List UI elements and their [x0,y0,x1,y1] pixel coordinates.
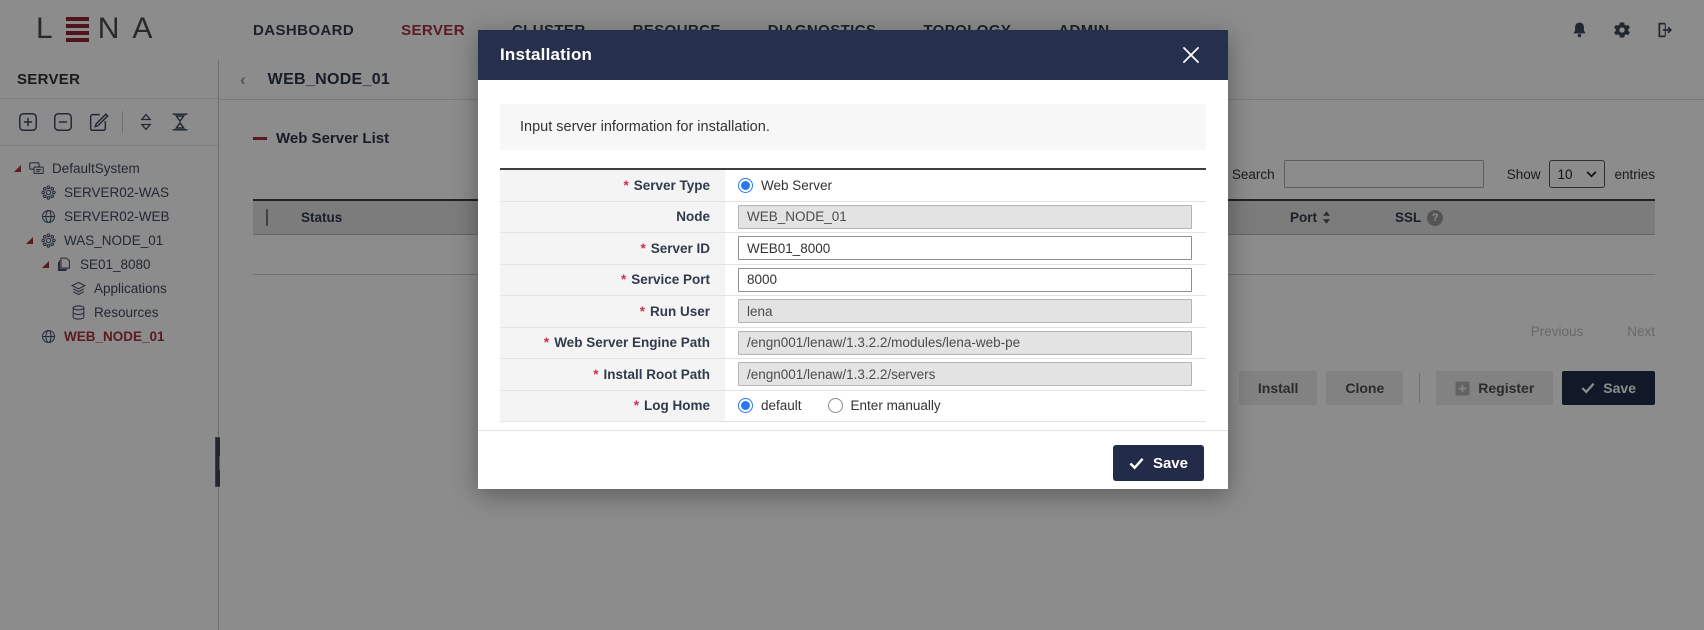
form-row-service-port: * Service Port [500,265,1206,297]
server-type-web-server-radio[interactable]: Web Server [738,178,832,193]
field-label-text: Node [676,209,710,224]
field-label: * Service Port [500,265,725,296]
radio-label: Web Server [761,178,832,193]
modal-save-label: Save [1153,455,1188,472]
form-row-install-root-path: * Install Root Path [500,359,1206,391]
node-field [738,205,1192,229]
form-row-run-user: * Run User [500,296,1206,328]
form-row-node: Node [500,202,1206,234]
field-label-text: Server ID [651,241,710,256]
field-label-text: Service Port [631,272,710,287]
required-marker: * [640,241,645,256]
required-marker: * [544,335,549,350]
field-label: Node [500,202,725,233]
field-label-text: Log Home [644,398,710,413]
installation-modal: Installation Input server information fo… [478,30,1228,489]
installation-form: * Server Type Web Server Node * Se [500,168,1206,422]
log-home-default-radio[interactable]: default [738,398,802,413]
install-root-path-field [738,362,1192,386]
required-marker: * [593,367,598,382]
field-label: * Server Type [500,170,725,201]
radio-label: default [761,398,802,413]
engine-path-field [738,331,1192,355]
service-port-field[interactable] [738,268,1192,292]
field-label: * Web Server Engine Path [500,328,725,359]
run-user-field [738,299,1192,323]
required-marker: * [623,178,628,193]
required-marker: * [621,272,626,287]
field-label-text: Install Root Path [603,367,710,382]
form-row-server-id: * Server ID [500,233,1206,265]
server-id-field[interactable] [738,236,1192,260]
modal-title: Installation [500,45,592,65]
form-row-log-home: * Log Home default Enter manually [500,391,1206,423]
field-label-text: Server Type [634,178,710,193]
radio-selected-icon[interactable] [738,178,753,193]
form-row-engine-path: * Web Server Engine Path [500,328,1206,360]
field-label: * Install Root Path [500,359,725,390]
modal-info-text: Input server information for installatio… [500,104,1206,150]
log-home-manual-radio[interactable]: Enter manually [828,398,941,413]
form-row-server-type: * Server Type Web Server [500,170,1206,202]
field-label: * Server ID [500,233,725,264]
field-label: * Log Home [500,391,725,422]
check-icon [1129,457,1144,470]
required-marker: * [634,398,639,413]
field-label: * Run User [500,296,725,327]
radio-selected-icon[interactable] [738,398,753,413]
field-label-text: Web Server Engine Path [554,335,710,350]
radio-label: Enter manually [851,398,941,413]
modal-save-button[interactable]: Save [1113,445,1204,481]
close-icon[interactable] [1176,40,1206,70]
radio-unselected-icon[interactable] [828,398,843,413]
modal-footer: Save [478,430,1228,481]
field-label-text: Run User [650,304,710,319]
required-marker: * [640,304,645,319]
modal-header: Installation [478,30,1228,80]
